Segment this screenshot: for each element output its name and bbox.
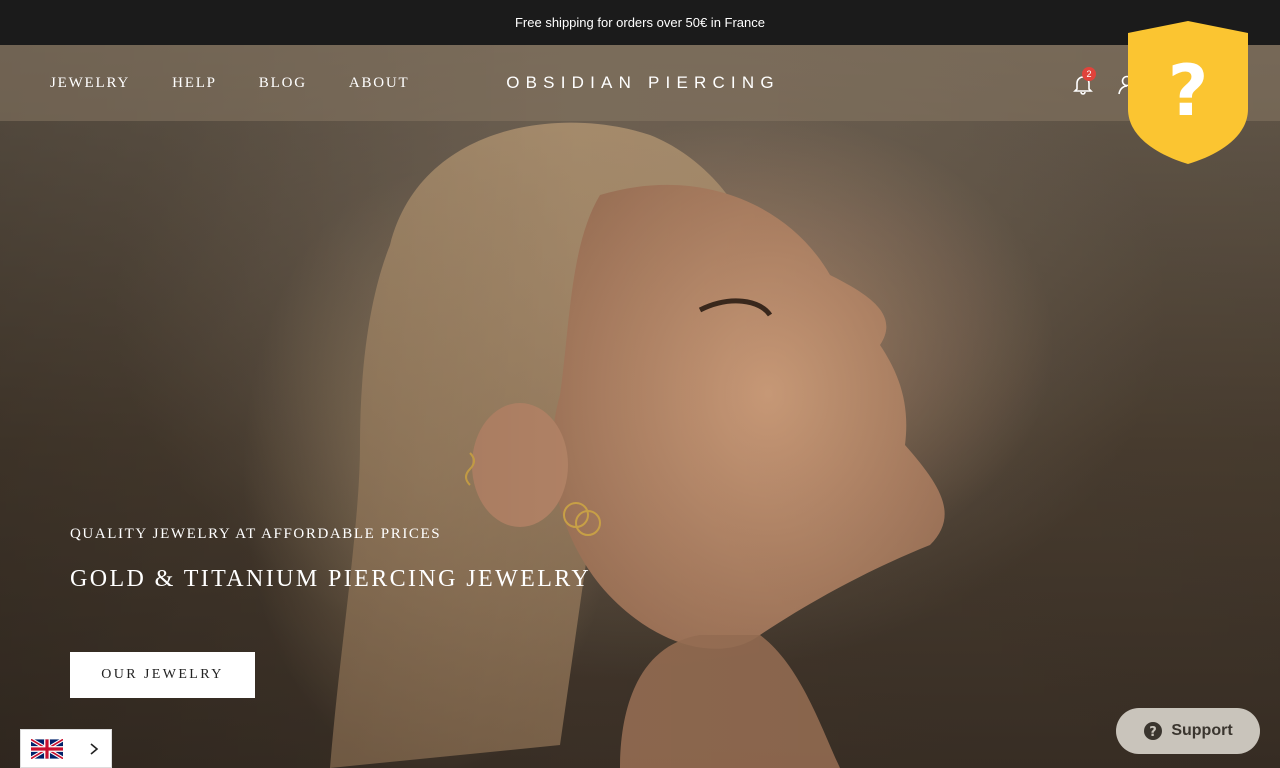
uk-flag-icon [31, 738, 63, 759]
site-header: JEWELRY HELP BLOG ABOUT OBSIDIAN PIERCIN… [0, 45, 1280, 121]
main-nav: JEWELRY HELP BLOG ABOUT [50, 45, 452, 121]
nav-item-jewelry[interactable]: JEWELRY [50, 75, 130, 92]
nav-item-help[interactable]: HELP [172, 75, 217, 92]
support-label: Support [1171, 722, 1233, 739]
announcement-bar: Free shipping for orders over 50€ in Fra… [0, 0, 1280, 45]
svg-text:?: ? [1150, 725, 1158, 740]
support-button[interactable]: ? Support [1116, 708, 1260, 754]
svg-text:?: ? [1168, 50, 1209, 132]
hero-headline: GOLD & TITANIUM PIERCING JEWELRY [70, 566, 592, 592]
question-shield-icon[interactable]: ? [1126, 19, 1250, 165]
notifications-button[interactable]: 2 [1072, 67, 1096, 95]
language-selector[interactable] [20, 729, 112, 768]
nav-item-blog[interactable]: BLOG [259, 75, 307, 92]
brand-logo-text: OBSIDIAN PIERCING [506, 73, 780, 92]
hero-eyebrow: QUALITY JEWELRY AT AFFORDABLE PRICES [70, 526, 442, 542]
announcement-text: Free shipping for orders over 50€ in Fra… [514, 15, 765, 30]
our-jewelry-button[interactable]: OUR JEWELRY [70, 652, 255, 698]
help-circle-icon: ? [1144, 722, 1163, 740]
chevron-right-icon [90, 742, 99, 755]
brand-logo[interactable]: OBSIDIAN PIERCING [488, 45, 798, 121]
notification-count-badge: 2 [1082, 67, 1096, 81]
nav-item-about[interactable]: ABOUT [349, 75, 410, 92]
